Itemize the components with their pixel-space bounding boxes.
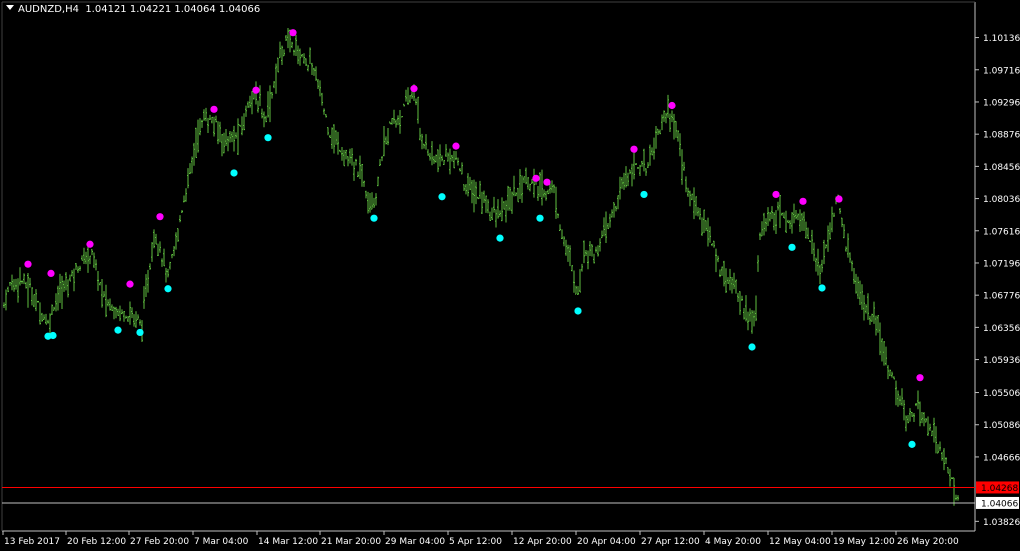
- fractal-bottom-marker: [496, 234, 504, 242]
- fractal-bottom-marker: [114, 326, 122, 334]
- fractal-top-marker: [799, 197, 807, 205]
- fractal-top-marker: [86, 240, 94, 248]
- fractal-bottom-marker: [536, 214, 544, 222]
- fractal-top-marker: [156, 213, 164, 221]
- fractal-top-marker: [532, 174, 540, 182]
- y-tick-label: 1.06776: [983, 292, 1020, 302]
- fractal-top-marker: [543, 178, 551, 186]
- fractal-top-marker: [289, 29, 297, 37]
- ohlc-values: 1.04121 1.04221 1.04064 1.04066: [85, 4, 261, 15]
- fractal-top-marker: [668, 101, 676, 110]
- fractal-bottom-marker: [230, 169, 238, 177]
- fractal-bottom-marker: [818, 284, 826, 292]
- y-tick-label: 1.04666: [983, 453, 1020, 463]
- fractal-bottom-marker: [136, 328, 144, 337]
- dropdown-triangle-icon[interactable]: [6, 5, 14, 10]
- x-tick-label: 13 Feb 2017: [4, 537, 60, 547]
- y-tick-label: 1.07196: [983, 259, 1020, 269]
- y-tick-label: 1.10136: [983, 34, 1020, 44]
- fractal-top-marker: [772, 190, 780, 199]
- y-tick-label: 1.08036: [983, 195, 1020, 205]
- fractal-top-marker: [126, 280, 134, 288]
- fractal-bottom-marker: [574, 307, 582, 315]
- x-tick-label: 29 Mar 04:00: [385, 537, 445, 547]
- y-tick-label: 1.08876: [983, 131, 1020, 141]
- fractal-top-marker: [252, 86, 260, 94]
- fractal-bottom-marker: [164, 285, 172, 293]
- x-tick-label: 27 Apr 12:00: [641, 537, 700, 547]
- fractal-top-marker: [210, 105, 218, 113]
- fractal-top-marker: [916, 374, 924, 382]
- fractal-top-marker: [452, 142, 460, 150]
- x-tick-label: 26 May 20:00: [897, 537, 959, 547]
- chart-header: AUDNZD,H4 1.04121 1.04221 1.04064 1.0406…: [6, 3, 260, 17]
- x-tick-label: 20 Feb 12:00: [67, 537, 126, 547]
- x-tick-label: 7 Mar 04:00: [194, 537, 249, 547]
- fractal-bottom-marker: [264, 134, 272, 142]
- y-tick-label: 1.05506: [983, 389, 1020, 399]
- bid-price-label: 1.04066: [981, 499, 1018, 509]
- price-chart[interactable]: 1.10136 1.09716 1.09296 1.08876 1.08456 1.080…: [0, 0, 1020, 551]
- symbol-timeframe: AUDNZD,H4: [18, 4, 79, 15]
- x-tick-label: 21 Mar 20:00: [321, 537, 381, 547]
- fractal-top-marker: [47, 269, 55, 277]
- fractal-top-marker: [630, 145, 638, 153]
- x-tick-label: 27 Feb 20:00: [130, 537, 189, 547]
- y-tick-label: 1.07616: [983, 227, 1020, 237]
- fractal-bottom-marker: [908, 440, 916, 448]
- y-tick-label: 1.09296: [983, 98, 1020, 108]
- x-tick-label: 4 May 20:00: [705, 537, 761, 547]
- x-tick-label: 14 Mar 12:00: [258, 537, 318, 547]
- y-tick-label: 1.09716: [983, 66, 1020, 76]
- fractal-top-marker: [24, 260, 32, 268]
- y-tick-label: 1.05936: [983, 356, 1020, 366]
- fractal-top-marker: [835, 195, 843, 203]
- fractal-bottom-marker: [748, 343, 756, 351]
- fractal-bottom-marker: [438, 193, 446, 201]
- y-tick-label: 1.08456: [983, 163, 1020, 173]
- fractal-top-marker: [410, 85, 418, 93]
- fractal-bottom-marker: [49, 331, 57, 340]
- x-tick-label: 12 May 04:00: [769, 537, 831, 547]
- x-tick-label: 5 Apr 12:00: [449, 537, 502, 547]
- ask-price-label: 1.04268: [981, 484, 1018, 494]
- y-tick-label: 1.05086: [983, 421, 1020, 431]
- fractal-bottom-marker: [370, 214, 378, 222]
- chart-background: [0, 0, 1020, 551]
- x-tick-label: 20 Apr 04:00: [577, 537, 636, 547]
- x-tick-label: 12 Apr 20:00: [513, 537, 572, 547]
- fractal-bottom-marker: [788, 243, 796, 251]
- y-tick-label: 1.03826: [983, 518, 1020, 528]
- x-tick-label: 19 May 12:00: [833, 537, 895, 547]
- fractal-bottom-marker: [640, 190, 648, 199]
- y-tick-label: 1.06356: [983, 324, 1020, 334]
